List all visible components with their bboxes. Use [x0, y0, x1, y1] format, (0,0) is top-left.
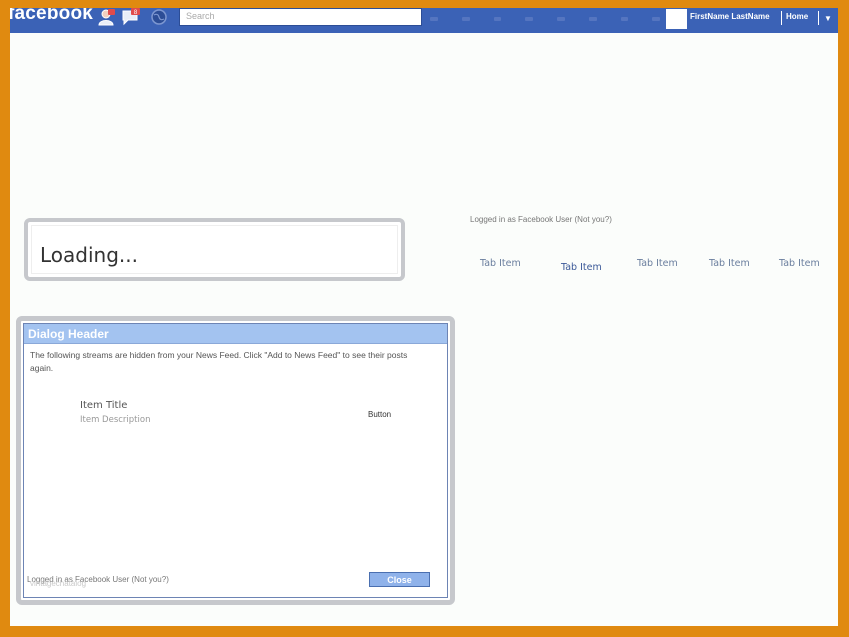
messages-icon[interactable]: 8 [122, 8, 140, 26]
tab-item[interactable]: Tab Item [480, 258, 521, 269]
divider [781, 11, 782, 25]
page-frame: facebook 8 Search FirstName LastName Hom… [10, 8, 838, 626]
loading-inner: Loading... [31, 225, 398, 274]
account-menu-chevron-down-icon[interactable]: ▼ [824, 14, 832, 23]
nav-link[interactable] [620, 17, 629, 21]
item-title: Item Title [80, 400, 128, 411]
divider [818, 11, 819, 25]
top-navigation-bar: facebook 8 Search FirstName LastName Hom… [10, 8, 838, 33]
dialog-message: The following streams are hidden from yo… [30, 350, 408, 373]
loading-text: Loading... [40, 243, 138, 267]
home-link[interactable]: Home [786, 12, 808, 21]
tab-item[interactable]: Tab Item [779, 258, 820, 269]
watermark: vintagechatalog [30, 579, 87, 588]
tab-item-selected[interactable]: Tab Item [561, 262, 602, 273]
dialog: Dialog Header The following streams are … [16, 316, 455, 605]
nav-links [430, 17, 660, 23]
nav-link[interactable] [588, 17, 597, 21]
nav-link[interactable] [557, 17, 565, 21]
nav-link[interactable] [652, 17, 660, 21]
avatar[interactable] [666, 9, 687, 29]
dialog-header: Dialog Header [24, 324, 447, 344]
nav-link[interactable] [525, 17, 533, 21]
tab-item[interactable]: Tab Item [637, 258, 678, 269]
user-name-link[interactable]: FirstName LastName [690, 12, 770, 21]
tab-item[interactable]: Tab Item [709, 258, 750, 269]
loading-indicator: Loading... [24, 218, 405, 281]
friends-icon[interactable] [97, 8, 115, 26]
item-description: Item Description [80, 415, 151, 425]
item-button[interactable]: Button [368, 410, 391, 419]
search-input[interactable]: Search [179, 8, 422, 26]
logged-in-status: Logged in as Facebook User (Not you?) [470, 215, 612, 224]
facebook-logo[interactable]: facebook [10, 8, 93, 25]
close-button[interactable]: Close [369, 572, 430, 587]
nav-link[interactable] [493, 17, 502, 21]
tab-bar: Tab Item Tab Item Tab Item Tab Item Tab … [470, 254, 838, 274]
dialog-body: Dialog Header The following streams are … [23, 323, 448, 598]
notifications-globe-icon[interactable] [150, 8, 168, 26]
nav-link[interactable] [430, 17, 438, 21]
nav-link[interactable] [461, 17, 470, 21]
